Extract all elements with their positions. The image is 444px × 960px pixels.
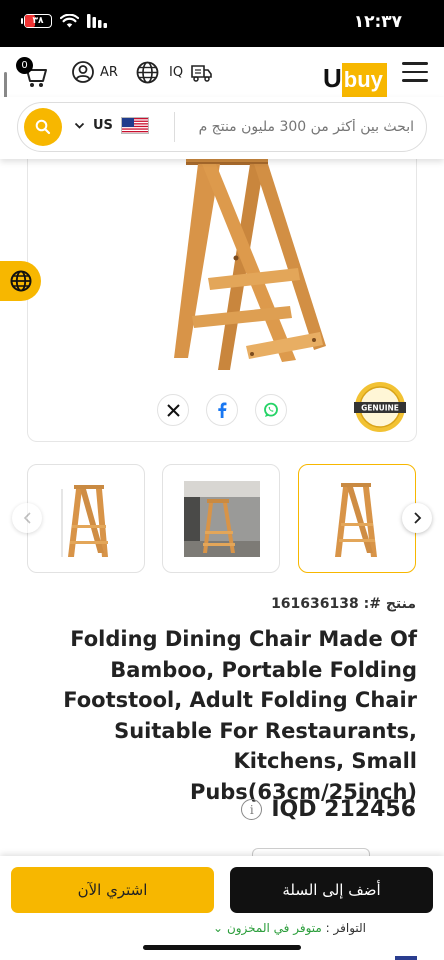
menu-icon[interactable] — [402, 62, 428, 82]
bottom-action-bar: اشتري الآن أضف إلى السلة التوافر : متوفر… — [0, 856, 444, 960]
chevron-down-icon[interactable]: ⌄ — [213, 921, 223, 935]
whatsapp-icon — [264, 402, 278, 417]
user-icon — [72, 61, 94, 83]
search-box: US — [17, 102, 427, 152]
ubuy-logo[interactable]: U buy — [323, 59, 387, 97]
add-to-cart-button[interactable]: أضف إلى السلة — [230, 867, 433, 913]
region-selector[interactable]: US — [74, 117, 149, 134]
product-price: IQD 212456 — [271, 797, 416, 822]
info-icon[interactable]: i — [241, 799, 263, 820]
search-icon — [35, 119, 51, 135]
availability: التوافر : متوفر في المخزون ⌄ — [213, 921, 366, 935]
language-selector[interactable]: AR — [72, 61, 118, 83]
chevron-right-icon — [413, 512, 421, 524]
product-image-card: GENUINE — [27, 140, 417, 442]
globe-icon — [10, 270, 31, 292]
sku-label: منتج #: — [363, 596, 416, 612]
signal-icon — [87, 14, 107, 28]
country-label: IQ — [169, 65, 184, 80]
chevron-down-icon — [74, 122, 85, 129]
thumbnail-1[interactable] — [27, 464, 145, 573]
wifi-icon — [60, 14, 79, 28]
availability-label: التوافر : — [325, 921, 366, 935]
facebook-icon — [218, 402, 227, 418]
status-bar: ٣٨ ١٢:٣٧ — [0, 0, 444, 47]
origin-flag-icon — [395, 956, 417, 960]
language-label: AR — [100, 64, 118, 80]
product-sku: منتج #: 161636138 — [271, 596, 416, 612]
product-title: Folding Dining Chair Made Of Bamboo, Por… — [63, 627, 417, 804]
status-icons: ٣٨ — [21, 14, 107, 28]
logo-buy: buy — [341, 63, 387, 97]
buy-now-button[interactable]: اشتري الآن — [11, 867, 214, 913]
share-facebook-button[interactable] — [206, 394, 238, 426]
page: ٣٨ ١٢:٣٧ 0 AR IQ U buy US ابحث بين أكثر … — [0, 0, 444, 960]
price-row: i IQD 212456 — [241, 797, 416, 822]
home-indicator — [143, 945, 301, 950]
logo-u: U — [323, 63, 342, 93]
share-x-button[interactable] — [157, 394, 189, 426]
globe-tab-button[interactable] — [0, 261, 41, 301]
x-icon — [166, 403, 180, 417]
thumbnail-prev-button[interactable] — [12, 503, 42, 533]
header: 0 AR IQ U buy — [0, 47, 444, 97]
search-bar: US — [0, 97, 444, 159]
us-flag-icon — [120, 117, 149, 134]
region-label: US — [93, 118, 113, 133]
thumbnail-2[interactable] — [162, 464, 280, 573]
genuine-badge-icon: GENUINE — [354, 382, 406, 432]
search-input[interactable] — [182, 114, 414, 140]
cart-button[interactable]: 0 — [14, 57, 48, 87]
chevron-left-icon — [23, 512, 31, 524]
product-image[interactable] — [158, 140, 328, 385]
genuine-badge-text: GENUINE — [361, 404, 399, 413]
share-whatsapp-button[interactable] — [255, 394, 287, 426]
search-divider — [174, 112, 175, 142]
delivery-truck-icon — [191, 64, 212, 82]
globe-icon — [136, 61, 159, 84]
search-button[interactable] — [24, 108, 62, 146]
status-time: ١٢:٣٧ — [353, 12, 402, 32]
thumbnail-3-active[interactable] — [298, 464, 416, 573]
cart-count-badge: 0 — [16, 57, 33, 74]
country-selector[interactable]: IQ — [136, 61, 213, 84]
sku-value: 161636138 — [271, 596, 359, 612]
thumbnail-next-button[interactable] — [402, 503, 432, 533]
availability-value: متوفر في المخزون — [226, 921, 322, 935]
battery-icon: ٣٨ — [21, 14, 52, 28]
